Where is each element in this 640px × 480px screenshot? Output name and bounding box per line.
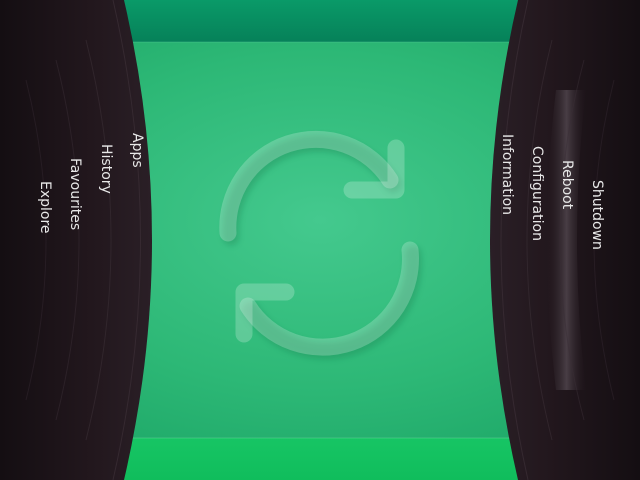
screen: Apps History Favourites Explore Informat… — [0, 0, 640, 480]
menu-item-explore[interactable]: Explore — [37, 181, 53, 234]
menu-item-favourites[interactable]: Favourites — [67, 158, 83, 230]
menu-item-configuration[interactable]: Configuration — [529, 146, 545, 241]
menu-item-reboot[interactable]: Reboot — [559, 160, 575, 209]
menu-item-information[interactable]: Information — [499, 134, 515, 215]
menu-item-apps[interactable]: Apps — [129, 133, 145, 168]
menu-item-shutdown[interactable]: Shutdown — [589, 180, 605, 250]
menu-item-history[interactable]: History — [98, 144, 114, 194]
